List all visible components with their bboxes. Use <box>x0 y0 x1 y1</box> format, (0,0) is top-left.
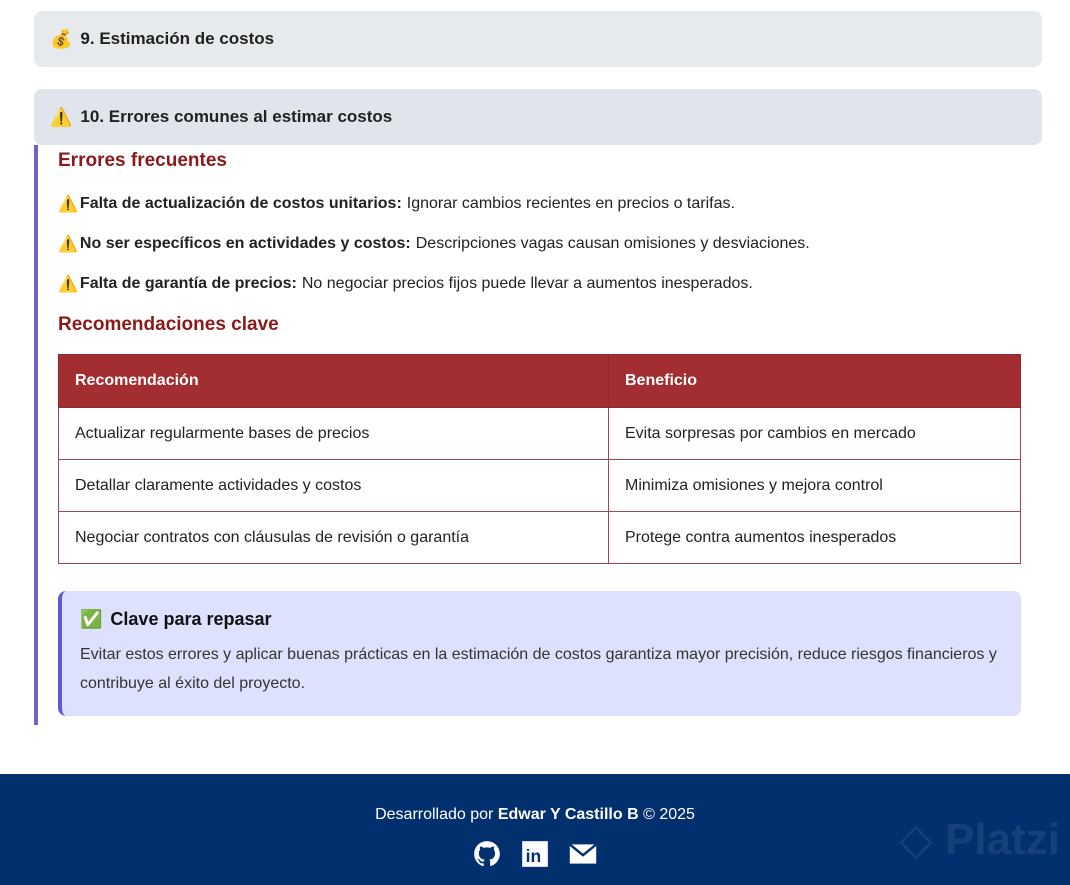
clave-box: ✅ Clave para repasar Evitar estos errores… <box>58 591 1021 716</box>
error-item: ⚠️ Falta de garantía de precios: No negoci… <box>58 275 753 293</box>
warning-icon: ⚠️ <box>58 196 78 213</box>
table-row: Negociar contratos con cláusulas de revi… <box>58 511 1021 564</box>
svg-text:in: in <box>526 846 542 866</box>
section-9-header[interactable]: 💰 9. Estimación de costos <box>34 11 1042 67</box>
cell: Minimiza omisiones y mejora control <box>608 459 1021 512</box>
error-item: ⚠️ Falta de actualización de costos unita… <box>58 195 735 213</box>
table-row: Actualizar regularmente bases de precios… <box>58 407 1021 460</box>
col-recomendacion: Recomendación <box>58 354 609 408</box>
linkedin-icon[interactable]: in <box>520 840 550 873</box>
clave-text: Evitar estos errores y aplicar buenas pr… <box>80 646 997 692</box>
recomendaciones-heading: Recomendaciones clave <box>58 314 279 335</box>
email-icon[interactable] <box>568 842 598 871</box>
footer: Desarrollado por Edwar Y Castillo B © 20… <box>0 774 1070 885</box>
table-header-row: Recomendación Beneficio <box>58 354 1021 408</box>
cell: Actualizar regularmente bases de precios <box>58 407 609 460</box>
cell: Negociar contratos con cláusulas de revi… <box>58 511 609 564</box>
section-10-title: 10. Errores comunes al estimar costos <box>80 107 393 126</box>
section-10-header[interactable]: ⚠️ 10. Errores comunes al estimar costos <box>34 89 1042 145</box>
error-item: ⚠️ No ser específicos en actividades y co… <box>58 235 810 253</box>
platzi-watermark: ◇ Platzi <box>899 815 1060 864</box>
cell: Evita sorpresas por cambios en mercado <box>608 407 1021 460</box>
section-10-content: Errores frecuentes ⚠️ Falta de actualizac… <box>34 145 1024 725</box>
clave-title: Clave para repasar <box>110 609 272 629</box>
warning-icon: ⚠️ <box>58 236 78 253</box>
errores-heading: Errores frecuentes <box>58 150 227 171</box>
cell: Protege contra aumentos inesperados <box>608 511 1021 564</box>
cell: Detallar claramente actividades y costos <box>58 459 609 512</box>
table-row: Detallar claramente actividades y costos… <box>58 459 1021 512</box>
money-bag-icon: 💰 <box>50 28 73 49</box>
col-beneficio: Beneficio <box>608 354 1021 408</box>
github-icon[interactable] <box>472 840 502 873</box>
recomendaciones-table: Recomendación Beneficio Actualizar regula… <box>58 354 1021 564</box>
warning-icon: ⚠️ <box>50 106 73 127</box>
warning-icon: ⚠️ <box>58 276 78 293</box>
section-9-title: 9. Estimación de costos <box>80 29 275 48</box>
check-icon: ✅ <box>80 609 103 629</box>
